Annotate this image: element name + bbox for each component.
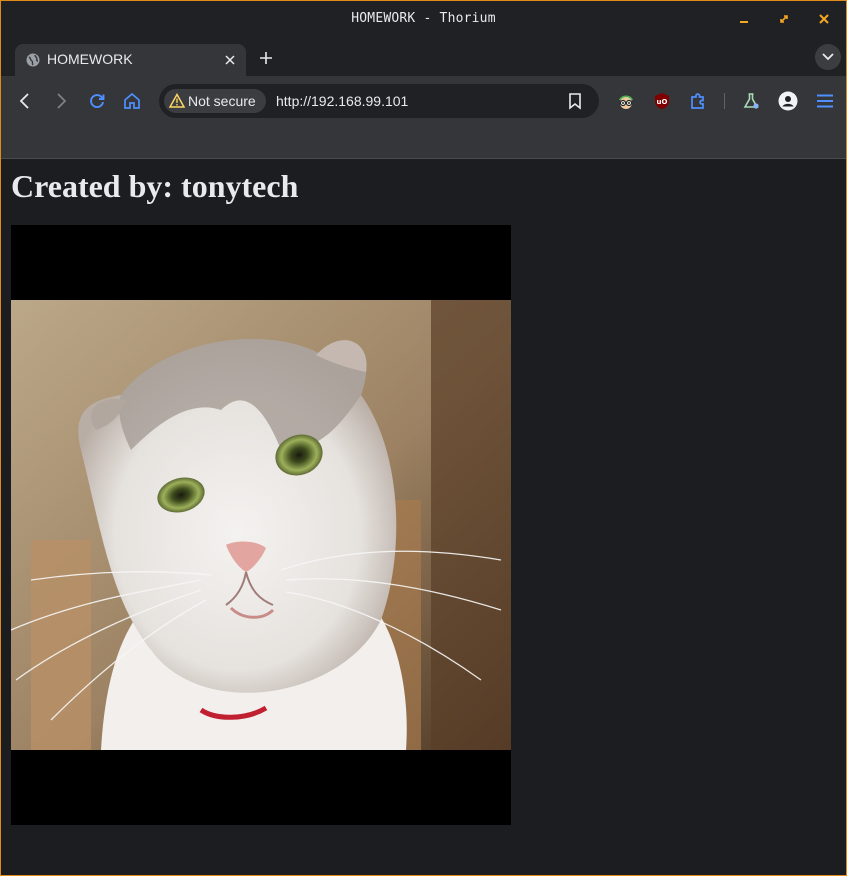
spy-extension-icon[interactable] (616, 91, 636, 111)
reload-icon[interactable] (87, 91, 107, 111)
home-icon[interactable] (122, 91, 142, 111)
ublock-origin-icon[interactable]: uO (652, 91, 672, 111)
security-label: Not secure (188, 93, 256, 109)
arrow-left-icon[interactable] (15, 91, 35, 111)
browser-window: HOMEWORK - Thorium HOMEWORK Not secure h… (0, 0, 847, 876)
security-chip[interactable]: Not secure (164, 89, 266, 113)
plus-icon[interactable] (257, 49, 275, 67)
hamburger-menu-icon[interactable] (815, 91, 835, 111)
bookmarks-bar (1, 126, 846, 159)
close-window-icon[interactable] (815, 10, 833, 28)
tab-homework[interactable]: HOMEWORK (15, 44, 246, 76)
maximize-icon[interactable] (775, 10, 793, 28)
toolbar-divider (724, 93, 725, 109)
warning-icon (168, 92, 186, 109)
address-bar[interactable]: Not secure http://192.168.99.101 (159, 84, 599, 118)
bookmark-icon[interactable] (566, 92, 584, 110)
puzzle-icon[interactable] (688, 91, 708, 111)
arrow-right-icon[interactable] (51, 91, 71, 111)
page-content: Created by: tonytech (1, 159, 846, 875)
minimize-icon[interactable] (735, 10, 753, 28)
labs-flask-icon[interactable] (741, 91, 761, 111)
tab-strip: HOMEWORK (1, 38, 846, 76)
chevron-down-icon[interactable] (815, 44, 841, 70)
svg-text:uO: uO (657, 98, 668, 106)
cat-illustration (11, 300, 511, 750)
cat-photo (11, 225, 511, 825)
tab-title: HOMEWORK (47, 51, 133, 67)
window-title: HOMEWORK - Thorium (351, 11, 496, 26)
close-icon[interactable] (222, 52, 238, 68)
globe-icon (25, 52, 41, 68)
profile-icon[interactable] (778, 91, 798, 111)
page-heading: Created by: tonytech (11, 168, 299, 204)
url-text[interactable]: http://192.168.99.101 (276, 93, 408, 109)
toolbar: Not secure http://192.168.99.101 uO (1, 76, 846, 126)
title-bar: HOMEWORK - Thorium (1, 1, 846, 38)
